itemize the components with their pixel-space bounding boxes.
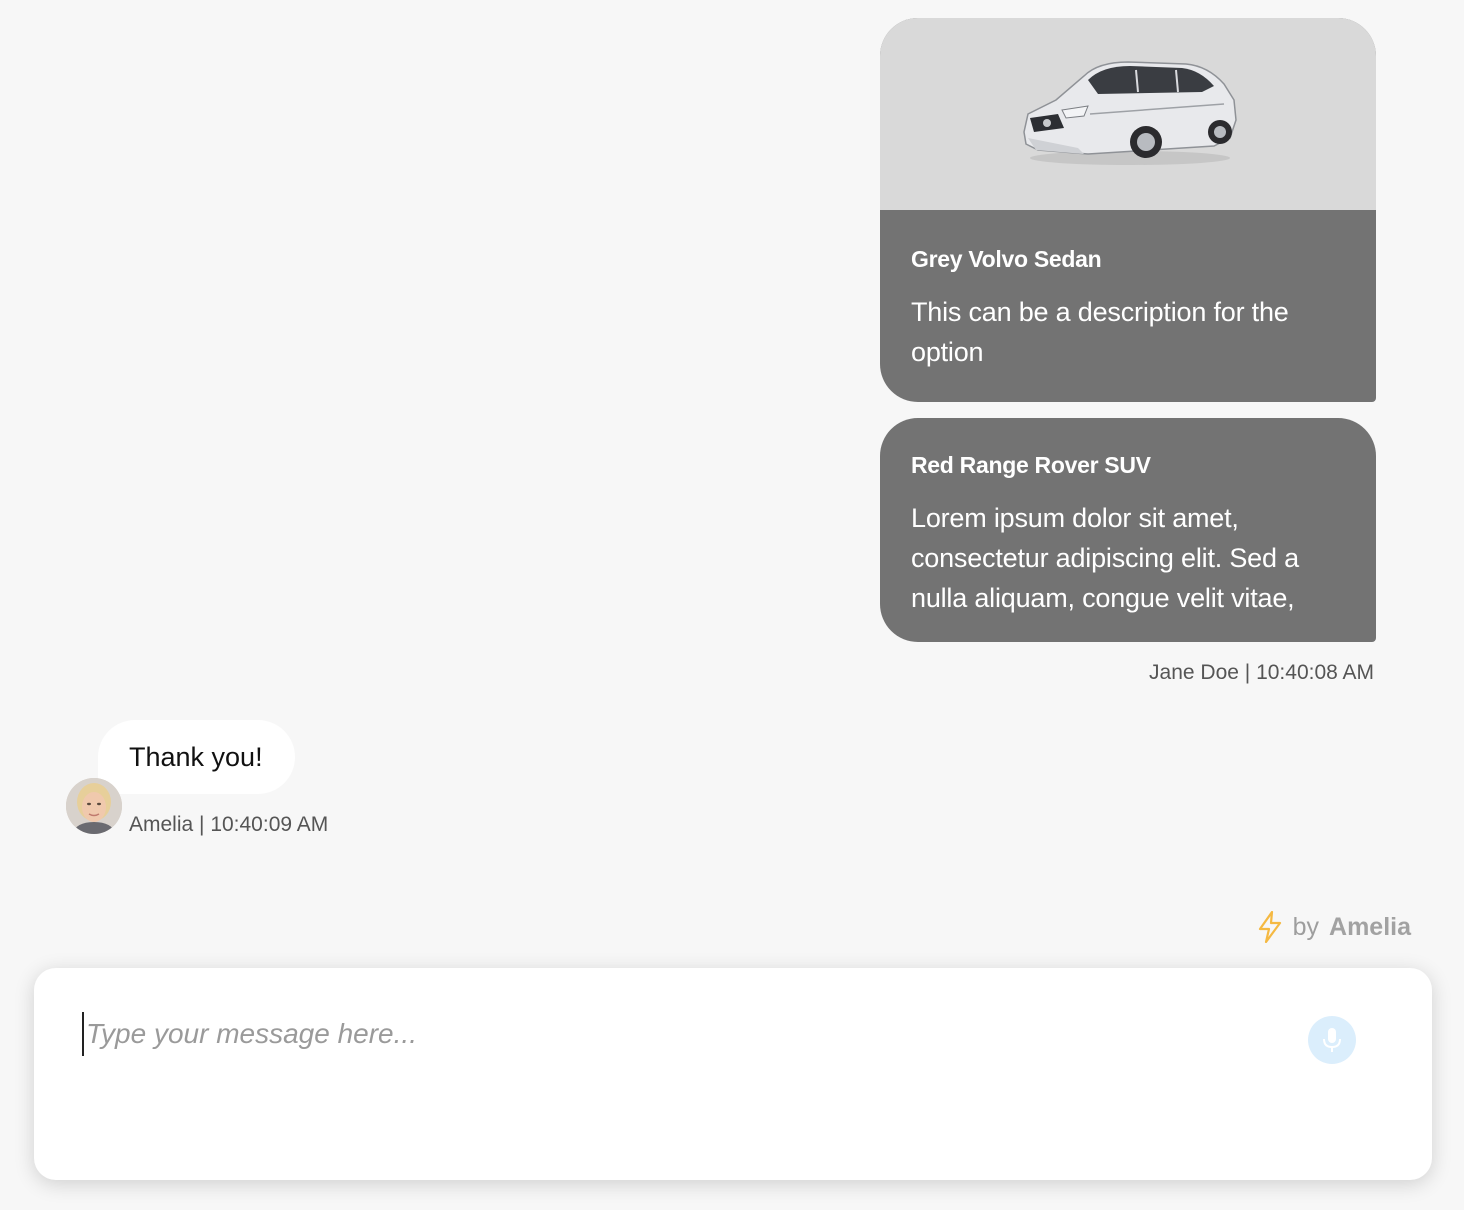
message-input[interactable] [82,1012,1266,1056]
option-card-red-range-rover-suv[interactable]: Red Range Rover SUV Lorem ipsum dolor si… [880,418,1376,642]
card-body: Grey Volvo Sedan This can be a descripti… [880,210,1376,372]
branding-prefix: by [1292,912,1320,941]
car-sedan-image [1023,61,1237,165]
microphone-icon [1323,1028,1341,1052]
card-title: Red Range Rover SUV [911,452,1151,478]
message-composer [34,968,1432,1180]
bot-message-bubble: Thank you! [98,720,295,794]
user-message-meta: Jane Doe | 10:40:08 AM [1149,661,1374,684]
card-description: Lorem ipsum dolor sit amet, consectetur … [911,503,1299,613]
bot-message-text: Thank you! [129,741,263,772]
branding-name: Amelia [1329,912,1411,941]
card-image [880,18,1376,210]
powered-by-branding: by Amelia [1257,911,1411,943]
card-title: Grey Volvo Sedan [911,246,1102,272]
option-card-grey-volvo-sedan[interactable]: Grey Volvo Sedan This can be a descripti… [880,18,1376,402]
microphone-button[interactable] [1308,1016,1356,1064]
card-body: Red Range Rover SUV Lorem ipsum dolor si… [880,418,1376,618]
card-description: This can be a description for the option [911,297,1289,367]
amelia-avatar [66,778,122,834]
bot-message-meta: Amelia | 10:40:09 AM [129,813,329,836]
lightning-icon [1258,911,1281,943]
